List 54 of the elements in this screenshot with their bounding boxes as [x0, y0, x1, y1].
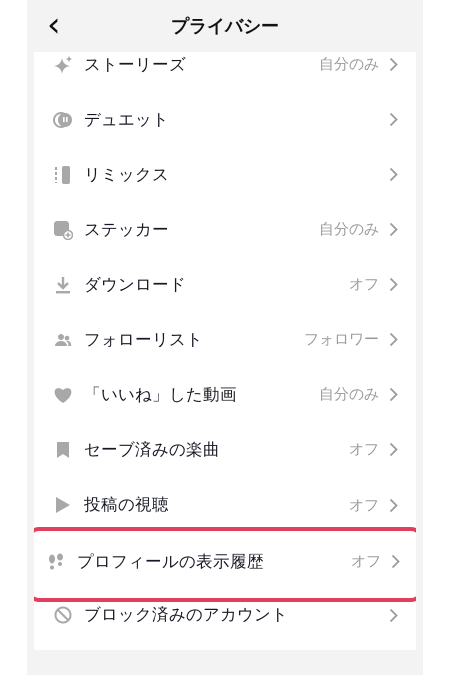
settings-row[interactable]: セーブ済みの楽曲 オフ [34, 422, 416, 477]
chevron-icon [391, 554, 400, 569]
setting-value: オフ [351, 552, 381, 571]
setting-label: プロフィールの表示履歴 [77, 550, 265, 572]
chevron-icon [389, 222, 398, 237]
play-icon [55, 496, 71, 514]
setting-label: リミックス [84, 164, 170, 186]
chevron-icon [389, 332, 398, 347]
chevron-icon [389, 112, 398, 127]
page-title: プライバシー [171, 15, 279, 38]
settings-row[interactable]: ブロック済みのアカウント [34, 602, 416, 642]
setting-value: 自分のみ [319, 220, 379, 239]
setting-value: フォロワー [304, 330, 379, 349]
chevron-icon [389, 498, 398, 512]
download-icon [54, 274, 72, 294]
setting-value: オフ [349, 275, 379, 294]
setting-value: 自分のみ [319, 55, 379, 74]
settings-row[interactable]: 投稿の視聴 オフ [34, 477, 416, 527]
setting-label: 投稿の視聴 [84, 494, 170, 516]
setting-label: ダウンロード [84, 274, 187, 296]
chevron-icon [389, 167, 398, 182]
chevron-icon [389, 608, 398, 622]
heart-icon [53, 386, 73, 404]
sticker-icon [53, 220, 73, 240]
settings-row[interactable]: リミックス [34, 147, 416, 202]
highlighted-settings-row[interactable]: プロフィールの表示履歴 オフ [34, 527, 416, 602]
setting-label: デュエット [84, 108, 170, 130]
back-button[interactable]: ‹ [41, 10, 67, 40]
settings-row[interactable]: デュエット [34, 92, 416, 147]
duet-icon [53, 110, 73, 130]
setting-label: ステッカー [84, 218, 170, 240]
setting-value: 自分のみ [319, 385, 379, 404]
chevron-icon [389, 387, 398, 402]
blocked-icon [54, 606, 72, 624]
chevron-icon [389, 442, 398, 457]
setting-label: ストーリーズ [84, 54, 187, 76]
settings-row[interactable]: ストーリーズ 自分のみ [34, 52, 416, 92]
settings-row[interactable]: ステッカー 自分のみ [34, 202, 416, 257]
setting-label: ブロック済みのアカウント [84, 604, 289, 626]
setting-value: オフ [349, 440, 379, 459]
setting-value: オフ [349, 496, 379, 514]
footprints-icon [48, 552, 64, 570]
people-icon [54, 332, 72, 348]
setting-label: 「いいね」した動画 [84, 384, 238, 406]
settings-row[interactable]: 「いいね」した動画 自分のみ [34, 367, 416, 422]
remix-icon [54, 164, 72, 184]
sparkle-icon [53, 54, 73, 74]
settings-row[interactable]: ダウンロード オフ [34, 257, 416, 312]
settings-row[interactable]: フォローリスト フォロワー [34, 312, 416, 367]
chevron-icon [389, 277, 398, 292]
setting-label: セーブ済みの楽曲 [84, 438, 221, 460]
bookmark-icon [56, 440, 70, 458]
setting-label: フォローリスト [84, 328, 204, 350]
chevron-icon [389, 57, 398, 72]
